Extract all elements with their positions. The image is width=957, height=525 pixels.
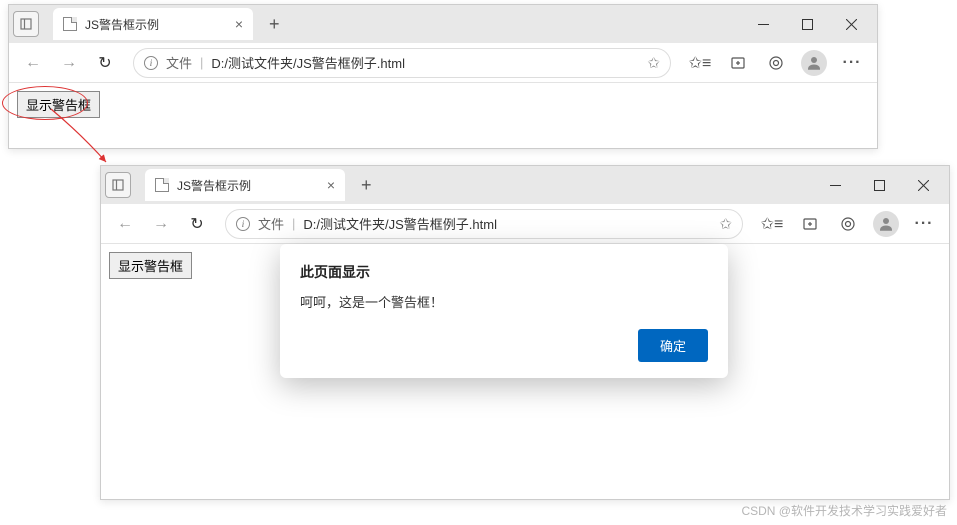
- history-icon[interactable]: [831, 208, 865, 240]
- back-button[interactable]: ←: [17, 47, 49, 79]
- minimize-button[interactable]: [741, 9, 785, 39]
- favorite-icon[interactable]: ✩: [647, 54, 660, 72]
- title-bar: JS警告框示例 × +: [9, 5, 877, 43]
- ok-button[interactable]: 确定: [638, 329, 708, 362]
- window-controls: [741, 9, 873, 39]
- info-icon[interactable]: i: [236, 217, 250, 231]
- dialog-message: 呵呵，这是一个警告框！: [300, 292, 708, 311]
- browser-window-before: JS警告框示例 × + ← → ↻ i 文件 | D:/测试文件夹/JS警告框例…: [8, 4, 878, 149]
- toolbar: ← → ↻ i 文件 | D:/测试文件夹/JS警告框例子.html ✩ ✩≡ …: [101, 204, 949, 244]
- more-menu-button[interactable]: ···: [835, 47, 869, 79]
- history-icon[interactable]: [759, 47, 793, 79]
- window-controls: [813, 170, 945, 200]
- new-tab-button[interactable]: +: [361, 175, 372, 196]
- favorites-icon[interactable]: ✩≡: [755, 208, 789, 240]
- avatar-icon: [873, 211, 899, 237]
- tab-title: JS警告框示例: [177, 177, 251, 194]
- tab-strip: JS警告框示例 × +: [105, 169, 372, 201]
- show-alert-button[interactable]: 显示警告框: [17, 91, 100, 118]
- title-bar: JS警告框示例 × +: [101, 166, 949, 204]
- browser-tab[interactable]: JS警告框示例 ×: [145, 169, 345, 201]
- favorite-icon[interactable]: ✩: [719, 215, 732, 233]
- profile-button[interactable]: [797, 47, 831, 79]
- separator: |: [200, 55, 203, 70]
- close-button[interactable]: [829, 9, 873, 39]
- new-tab-button[interactable]: +: [269, 14, 280, 35]
- forward-button[interactable]: →: [53, 47, 85, 79]
- separator: |: [292, 216, 295, 231]
- page-viewport: 显示警告框: [9, 83, 877, 148]
- back-button[interactable]: ←: [109, 208, 141, 240]
- toolbar: ← → ↻ i 文件 | D:/测试文件夹/JS警告框例子.html ✩ ✩≡ …: [9, 43, 877, 83]
- page-icon: [63, 17, 77, 31]
- refresh-button[interactable]: ↻: [181, 208, 213, 240]
- close-button[interactable]: [901, 170, 945, 200]
- maximize-button[interactable]: [785, 9, 829, 39]
- address-bar[interactable]: i 文件 | D:/测试文件夹/JS警告框例子.html ✩: [133, 48, 671, 78]
- close-tab-icon[interactable]: ×: [235, 16, 243, 32]
- favorites-icon[interactable]: ✩≡: [683, 47, 717, 79]
- collections-icon[interactable]: [721, 47, 755, 79]
- tab-actions-icon[interactable]: [105, 172, 131, 198]
- page-icon: [155, 178, 169, 192]
- forward-button[interactable]: →: [145, 208, 177, 240]
- show-alert-button[interactable]: 显示警告框: [109, 252, 192, 279]
- minimize-button[interactable]: [813, 170, 857, 200]
- address-bar[interactable]: i 文件 | D:/测试文件夹/JS警告框例子.html ✩: [225, 209, 743, 239]
- refresh-button[interactable]: ↻: [89, 47, 121, 79]
- info-icon[interactable]: i: [144, 56, 158, 70]
- avatar-icon: [801, 50, 827, 76]
- url-path: D:/测试文件夹/JS警告框例子.html: [303, 214, 711, 233]
- url-path: D:/测试文件夹/JS警告框例子.html: [211, 53, 639, 72]
- url-scheme-label: 文件: [258, 214, 284, 233]
- close-tab-icon[interactable]: ×: [327, 177, 335, 193]
- watermark: CSDN @软件开发技术学习实践爱好者: [741, 502, 947, 519]
- tab-actions-icon[interactable]: [13, 11, 39, 37]
- profile-button[interactable]: [869, 208, 903, 240]
- browser-tab[interactable]: JS警告框示例 ×: [53, 8, 253, 40]
- url-scheme-label: 文件: [166, 53, 192, 72]
- tab-strip: JS警告框示例 × +: [13, 8, 280, 40]
- tab-title: JS警告框示例: [85, 16, 159, 33]
- dialog-title: 此页面显示: [300, 262, 708, 282]
- more-menu-button[interactable]: ···: [907, 208, 941, 240]
- collections-icon[interactable]: [793, 208, 827, 240]
- maximize-button[interactable]: [857, 170, 901, 200]
- alert-dialog: 此页面显示 呵呵，这是一个警告框！ 确定: [280, 244, 728, 378]
- dialog-actions: 确定: [300, 329, 708, 362]
